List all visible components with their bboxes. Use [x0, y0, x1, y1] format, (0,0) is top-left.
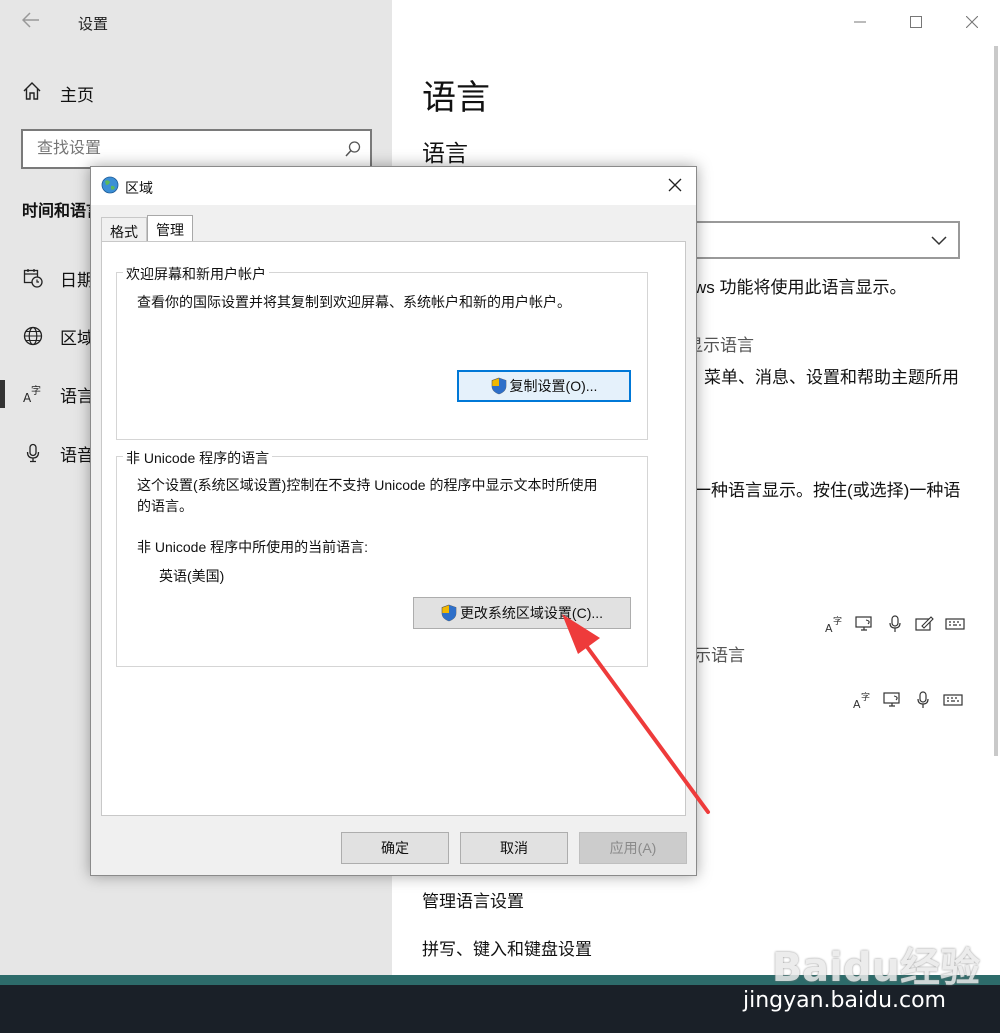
search-icon[interactable] — [344, 140, 362, 163]
language-features-row-1: A字 — [824, 614, 966, 634]
copy-settings-button[interactable]: 复制设置(O)... — [457, 370, 631, 402]
globe-icon — [22, 326, 44, 346]
cancel-button[interactable]: 取消 — [460, 832, 568, 864]
secondary-language-label: 示语言 — [694, 646, 745, 665]
dialog-tabs: 格式 管理 — [101, 215, 193, 242]
preferred-language-description: 菜单、消息、设置和帮助主题所用 — [704, 368, 959, 387]
non-unicode-description-line1: 这个设置(系统区域设置)控制在不支持 Unicode 的程序中显示文本时所使用 — [137, 477, 598, 493]
apply-button[interactable]: 应用(A) — [579, 832, 687, 864]
language-features-row-2: A字 — [852, 690, 964, 710]
non-unicode-group: 非 Unicode 程序的语言 这个设置(系统区域设置)控制在不支持 Unico… — [116, 448, 648, 667]
window-title: 设置 — [78, 16, 109, 33]
language-order-description: 一种语言显示。按住(或选择)一种语 — [694, 481, 961, 500]
baidu-watermark-url: jingyan.baidu.com — [742, 988, 946, 1013]
tab-formats[interactable]: 格式 — [101, 217, 147, 241]
region-globe-icon — [101, 176, 119, 199]
manage-language-settings-link[interactable]: 管理语言设置 — [422, 887, 524, 912]
welcome-description: 查看你的国际设置并将其复制到欢迎屏幕、系统帐户和新的用户帐户。 — [137, 294, 571, 310]
copy-settings-label: 复制设置(O)... — [509, 378, 598, 394]
text-to-speech-icon — [854, 614, 876, 634]
language-description: ws 功能将使用此语言显示。 — [694, 278, 907, 297]
svg-text:A: A — [825, 622, 833, 633]
search-input[interactable] — [23, 131, 323, 167]
change-system-locale-label: 更改系统区域设置(C)... — [459, 605, 604, 621]
scrollbar[interactable] — [994, 46, 998, 756]
change-system-locale-button[interactable]: 更改系统区域设置(C)... — [413, 597, 631, 629]
speech-icon — [912, 690, 934, 710]
dialog-title: 区域 — [125, 180, 153, 196]
spelling-typing-keyboard-link[interactable]: 拼写、键入和键盘设置 — [422, 935, 592, 960]
sidebar-item-label: 语言 — [60, 386, 94, 406]
administrative-tab-panel: 欢迎屏幕和新用户帐户 查看你的国际设置并将其复制到欢迎屏幕、系统帐户和新的用户帐… — [101, 241, 686, 816]
group-legend: 非 Unicode 程序的语言 — [123, 448, 273, 468]
home-icon — [22, 81, 42, 106]
ok-button[interactable]: 确定 — [341, 832, 449, 864]
non-unicode-description-line2: 的语言。 — [137, 498, 193, 514]
keyboard-icon — [942, 690, 964, 710]
section-heading: 语言 — [422, 140, 468, 166]
display-language-dropdown[interactable] — [686, 221, 960, 259]
back-arrow-icon[interactable] — [16, 8, 46, 36]
group-legend: 欢迎屏幕和新用户帐户 — [123, 264, 269, 284]
display-language-icon: A字 — [852, 690, 874, 710]
dialog-close-button[interactable] — [668, 173, 682, 197]
welcome-screen-group: 欢迎屏幕和新用户帐户 查看你的国际设置并将其复制到欢迎屏幕、系统帐户和新的用户帐… — [116, 264, 648, 440]
microphone-icon — [22, 443, 44, 463]
current-language-value: 英语(美国) — [159, 568, 225, 584]
svg-text:字: 字 — [861, 691, 870, 703]
dialog-titlebar: 区域 — [91, 167, 696, 205]
chevron-down-icon — [930, 229, 948, 256]
region-dialog: 区域 格式 管理 欢迎屏幕和新用户帐户 查看你的国际设置并将其复制到欢迎屏幕、系… — [90, 166, 697, 876]
keyboard-icon — [944, 614, 966, 634]
home-label: 主页 — [60, 85, 94, 105]
current-language-label: 非 Unicode 程序中所使用的当前语言: — [137, 539, 369, 555]
speech-icon — [884, 614, 906, 634]
svg-text:字: 字 — [833, 615, 842, 627]
text-to-speech-icon — [882, 690, 904, 710]
svg-text:A: A — [853, 698, 861, 709]
calendar-clock-icon — [22, 268, 44, 288]
search-box[interactable] — [21, 129, 372, 169]
display-language-icon: A字 — [824, 614, 846, 634]
sidebar-item-label: 语音 — [60, 445, 94, 465]
home-link[interactable]: 主页 — [22, 80, 94, 106]
baidu-watermark-logo: Baidu经验 — [771, 945, 980, 991]
page-title: 语言 — [422, 79, 490, 117]
sidebar-item-label: 区域 — [60, 328, 94, 348]
uac-shield-icon — [491, 377, 507, 395]
handwriting-icon — [914, 614, 936, 634]
uac-shield-icon — [441, 604, 457, 622]
tab-administrative[interactable]: 管理 — [147, 215, 193, 242]
svg-text:字: 字 — [31, 384, 41, 397]
language-icon: A字 — [22, 384, 44, 404]
